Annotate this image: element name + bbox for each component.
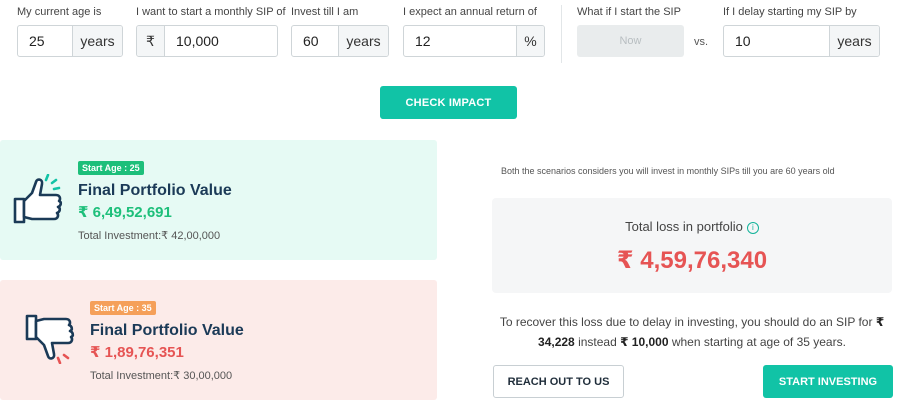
sip-input[interactable]: 10,000 (165, 26, 277, 56)
recover-old-amount: ₹ 10,000 (620, 335, 669, 349)
total-investment: Total Investment:₹ 42,00,000 (78, 230, 221, 242)
invest-till-input[interactable]: 60 (292, 26, 338, 56)
delay-field[interactable]: 10 years (723, 25, 880, 57)
reach-out-button[interactable]: REACH OUT TO US (493, 365, 624, 398)
invest-till-field[interactable]: 60 years (291, 25, 389, 57)
delay-label: If I delay starting my SIP by (723, 6, 857, 18)
age-label: My current age is (17, 6, 102, 18)
vertical-divider (561, 5, 562, 63)
return-input[interactable]: 12 (404, 26, 516, 56)
return-label: I expect an annual return of (403, 6, 537, 18)
age-input[interactable]: 25 (18, 26, 72, 56)
age-suffix: years (72, 26, 122, 56)
loss-label-text: Total loss in portfolio (625, 219, 743, 234)
thumbs-up-icon (12, 173, 66, 231)
start-when-label: What if I start the SIP (577, 6, 681, 18)
delay-suffix: years (829, 26, 879, 56)
recover-text-1: To recover this loss due to delay in inv… (499, 315, 876, 329)
delay-input[interactable]: 10 (724, 26, 829, 56)
percent-suffix: % (516, 26, 544, 56)
return-field[interactable]: 12 % (403, 25, 545, 57)
invest-till-suffix: years (338, 26, 388, 56)
loss-label: Total loss in portfolio i (492, 219, 892, 234)
start-age-badge: Start Age : 35 (90, 301, 156, 315)
vs-label: vs. (694, 36, 709, 48)
sip-label: I want to start a monthly SIP of (136, 6, 286, 18)
sip-field[interactable]: ₹ 10,000 (136, 25, 278, 57)
loss-value: ₹ 4,59,76,340 (616, 247, 768, 274)
total-investment: Total Investment:₹ 30,00,000 (90, 370, 233, 382)
invest-till-label: Invest till I am (291, 6, 359, 18)
thumbs-down-icon (24, 312, 78, 369)
scenario-note: Both the scenarios considers you will in… (501, 166, 835, 176)
age-field[interactable]: 25 years (17, 25, 123, 57)
portfolio-title: Final Portfolio Value (78, 182, 232, 199)
start-investing-button[interactable]: START INVESTING (763, 365, 893, 398)
portfolio-title: Final Portfolio Value (90, 322, 244, 339)
recover-message: To recover this loss due to delay in inv… (492, 312, 892, 352)
recover-text-2: instead (574, 335, 621, 349)
start-age-badge: Start Age : 25 (78, 161, 144, 175)
portfolio-value: ₹ 6,49,52,691 (78, 204, 172, 221)
scenario-good-card: Start Age : 25 Final Portfolio Value ₹ 6… (0, 140, 437, 260)
scenario-bad-card: Start Age : 35 Final Portfolio Value ₹ 1… (0, 280, 437, 400)
rupee-prefix: ₹ (137, 26, 165, 56)
recover-text-3: when starting at age of 35 years. (668, 335, 846, 349)
start-now-button[interactable]: Now (577, 25, 684, 57)
portfolio-value: ₹ 1,89,76,351 (90, 344, 184, 361)
check-impact-button[interactable]: CHECK IMPACT (380, 86, 517, 119)
info-icon[interactable]: i (746, 222, 759, 234)
loss-box: Total loss in portfolio i ₹ 4,59,76,340 (492, 198, 892, 293)
